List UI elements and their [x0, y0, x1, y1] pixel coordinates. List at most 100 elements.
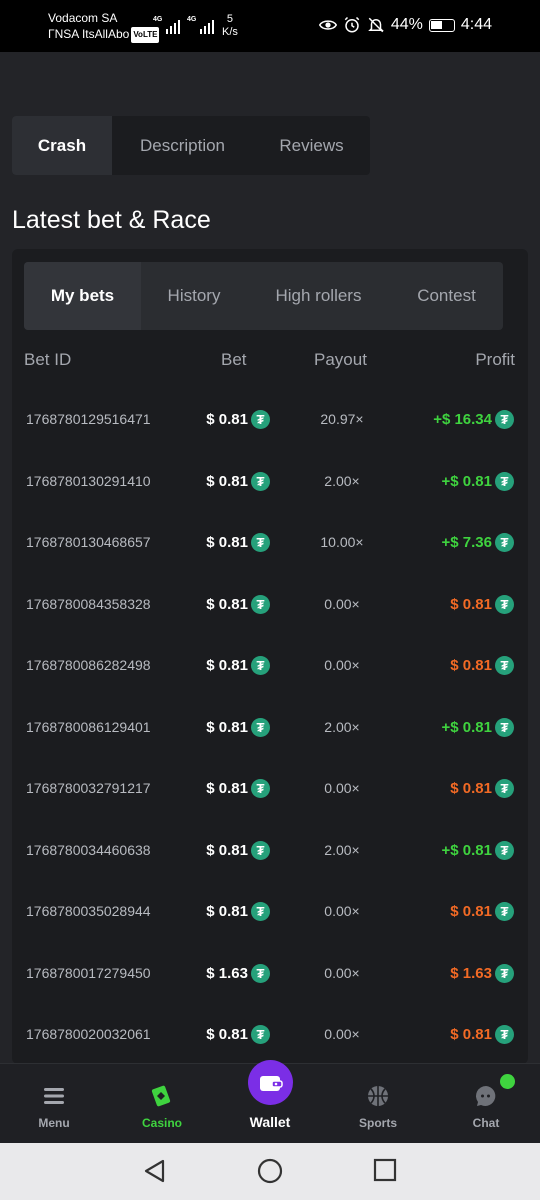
bet-id: 1768780129516471: [26, 411, 151, 427]
nav-wallet-label[interactable]: Wallet: [225, 1114, 315, 1130]
bet-tabs: My bets History High rollers Contest: [24, 262, 503, 330]
tether-icon: ₮: [495, 717, 514, 737]
tab-reviews[interactable]: Reviews: [253, 116, 370, 175]
table-row[interactable]: 1768780130468657 $ 0.81 ₮ 10.00× +$ 7.36 ₮: [12, 514, 528, 576]
bet-id: 1768780130291410: [26, 472, 151, 489]
wallet-button[interactable]: [248, 1060, 293, 1105]
profit-amount: $ 1.63 ₮: [450, 963, 514, 983]
bet-amount: $ 0.81 ₮: [206, 717, 270, 737]
payout-multiplier: 0.00×: [324, 780, 360, 796]
tether-icon: ₮: [251, 533, 270, 552]
profit-amount: +$ 16.34 ₮: [433, 410, 514, 429]
nav-menu[interactable]: Menu: [9, 1084, 99, 1130]
bet-amount: $ 0.81 ₮: [206, 779, 270, 798]
bet-amount: $ 1.63 ₮: [206, 963, 270, 983]
table-row[interactable]: 1768780086282498 $ 0.81 ₮ 0.00× $ 0.81 ₮: [12, 637, 528, 699]
chat-online-indicator: [500, 1074, 515, 1089]
tether-icon: ₮: [251, 410, 270, 429]
bet-id: 1768780084358328: [26, 595, 151, 612]
home-icon[interactable]: [257, 1158, 283, 1184]
menu-icon: [44, 1088, 64, 1104]
recents-icon[interactable]: [373, 1158, 397, 1182]
nav-casino[interactable]: Casino: [117, 1084, 207, 1130]
table-row[interactable]: 1768780086129401 $ 0.81 ₮ 2.00× +$ 0.81 ₮: [12, 699, 528, 761]
game-tabs: Crash Description Reviews: [12, 116, 370, 175]
battery-icon: [428, 18, 455, 32]
profit-amount: +$ 0.81 ₮: [442, 840, 514, 860]
tether-icon: ₮: [495, 533, 514, 552]
table-row[interactable]: 1768780017279450 $ 1.63 ₮ 0.00× $ 1.63 ₮: [12, 945, 528, 1007]
clock: 4:44: [460, 16, 492, 33]
bet-amount: $ 0.81 ₮: [206, 533, 270, 552]
nav-sports-label: Sports: [358, 1116, 397, 1130]
table-row[interactable]: 1768780034460638 $ 0.81 ₮ 2.00× +$ 0.81 ₮: [12, 822, 528, 884]
tab-high-rollers[interactable]: High rollers: [247, 262, 390, 330]
status-right: 44% 4:44: [318, 16, 492, 34]
nav-chat[interactable]: Chat: [441, 1084, 531, 1130]
profit-amount: $ 0.81 ₮: [450, 902, 514, 921]
tether-icon: ₮: [251, 840, 270, 860]
bet-id: 1768780020032061: [26, 1026, 151, 1042]
profit-amount: +$ 0.81 ₮: [442, 717, 514, 737]
tab-my-bets[interactable]: My bets: [24, 262, 141, 330]
tether-icon: ₮: [495, 410, 514, 429]
nav-chat-label: Chat: [472, 1116, 500, 1130]
tether-icon: ₮: [251, 656, 270, 675]
carrier-secondary: ΓNSA ItsAllAbo: [48, 27, 130, 41]
bet-id: 1768780035028944: [26, 903, 151, 919]
header-bet-id: Bet ID: [24, 350, 72, 369]
tether-icon: ₮: [495, 656, 514, 675]
tether-icon: ₮: [251, 717, 270, 737]
payout-multiplier: 0.00×: [324, 964, 360, 981]
nav-menu-label: Menu: [38, 1116, 70, 1130]
nav-sports[interactable]: Sports: [333, 1084, 423, 1130]
tab-description[interactable]: Description: [112, 116, 253, 175]
table-row[interactable]: 1768780130291410 $ 0.81 ₮ 2.00× +$ 0.81 ₮: [12, 453, 528, 515]
carrier-name: Vodacom SA: [48, 11, 118, 25]
casino-cards-icon: [151, 1085, 171, 1107]
bet-amount: $ 0.81 ₮: [206, 902, 270, 921]
table-row[interactable]: 1768780035028944 $ 0.81 ₮ 0.00× $ 0.81 ₮: [12, 883, 528, 945]
eye-icon: [318, 20, 337, 30]
table-row[interactable]: 1768780032791217 $ 0.81 ₮ 0.00× $ 0.81 ₮: [12, 760, 528, 822]
table-row[interactable]: 1768780084358328 $ 0.81 ₮ 0.00× $ 0.81 ₮: [12, 576, 528, 638]
tether-icon: ₮: [251, 594, 270, 614]
tether-icon: ₮: [251, 779, 270, 798]
table-header: Bet ID Bet Payout Profit: [12, 348, 528, 374]
table-row[interactable]: 1768780129516471 $ 0.81 ₮ 20.97× +$ 16.34 ₮: [12, 391, 528, 453]
tab-crash[interactable]: Crash: [12, 116, 112, 175]
chat-icon: [476, 1086, 496, 1106]
table-row[interactable]: 1768780020032061 $ 0.81 ₮ 0.00× $ 0.81 ₮: [12, 1006, 528, 1064]
bet-id: 1768780032791217: [26, 780, 151, 796]
bets-table-body: 1768780129516471 $ 0.81 ₮ 20.97× +$ 16.34 ₮ 17…: [12, 391, 528, 1064]
bet-id: 1768780034460638: [26, 841, 151, 858]
bet-amount: $ 0.81 ₮: [206, 840, 270, 860]
tab-history[interactable]: History: [141, 262, 247, 330]
header-bet: Bet: [221, 350, 247, 369]
signal-icon-2: 4G: [187, 16, 215, 34]
bet-amount: $ 0.81 ₮: [206, 594, 270, 614]
tether-icon: ₮: [251, 902, 270, 921]
bet-id: 1768780086282498: [26, 657, 151, 673]
signal-icon: 4G: [153, 16, 181, 34]
payout-multiplier: 0.00×: [324, 657, 360, 673]
tab-contest[interactable]: Contest: [390, 262, 503, 330]
tether-icon: ₮: [251, 471, 270, 491]
payout-multiplier: 0.00×: [324, 1026, 360, 1042]
payout-multiplier: 2.00×: [324, 472, 360, 489]
back-icon[interactable]: [143, 1158, 167, 1184]
bet-amount: $ 0.81 ₮: [206, 471, 270, 491]
alarm-icon: [344, 16, 360, 33]
carrier-info: Vodacom SA ΓNSA ItsAllAbo VoLTE: [48, 10, 160, 43]
battery-percent: 44%: [390, 16, 423, 33]
payout-multiplier: 0.00×: [324, 595, 360, 612]
profit-amount: +$ 7.36 ₮: [442, 533, 514, 552]
tether-icon: ₮: [495, 779, 514, 798]
section-title: Latest bet & Race: [12, 206, 211, 234]
tether-icon: ₮: [495, 963, 514, 983]
payout-multiplier: 0.00×: [324, 903, 360, 919]
bet-amount: $ 0.81 ₮: [206, 656, 270, 675]
wallet-icon: [259, 1075, 283, 1091]
tether-icon: ₮: [495, 471, 514, 491]
nav-casino-label: Casino: [141, 1116, 182, 1130]
